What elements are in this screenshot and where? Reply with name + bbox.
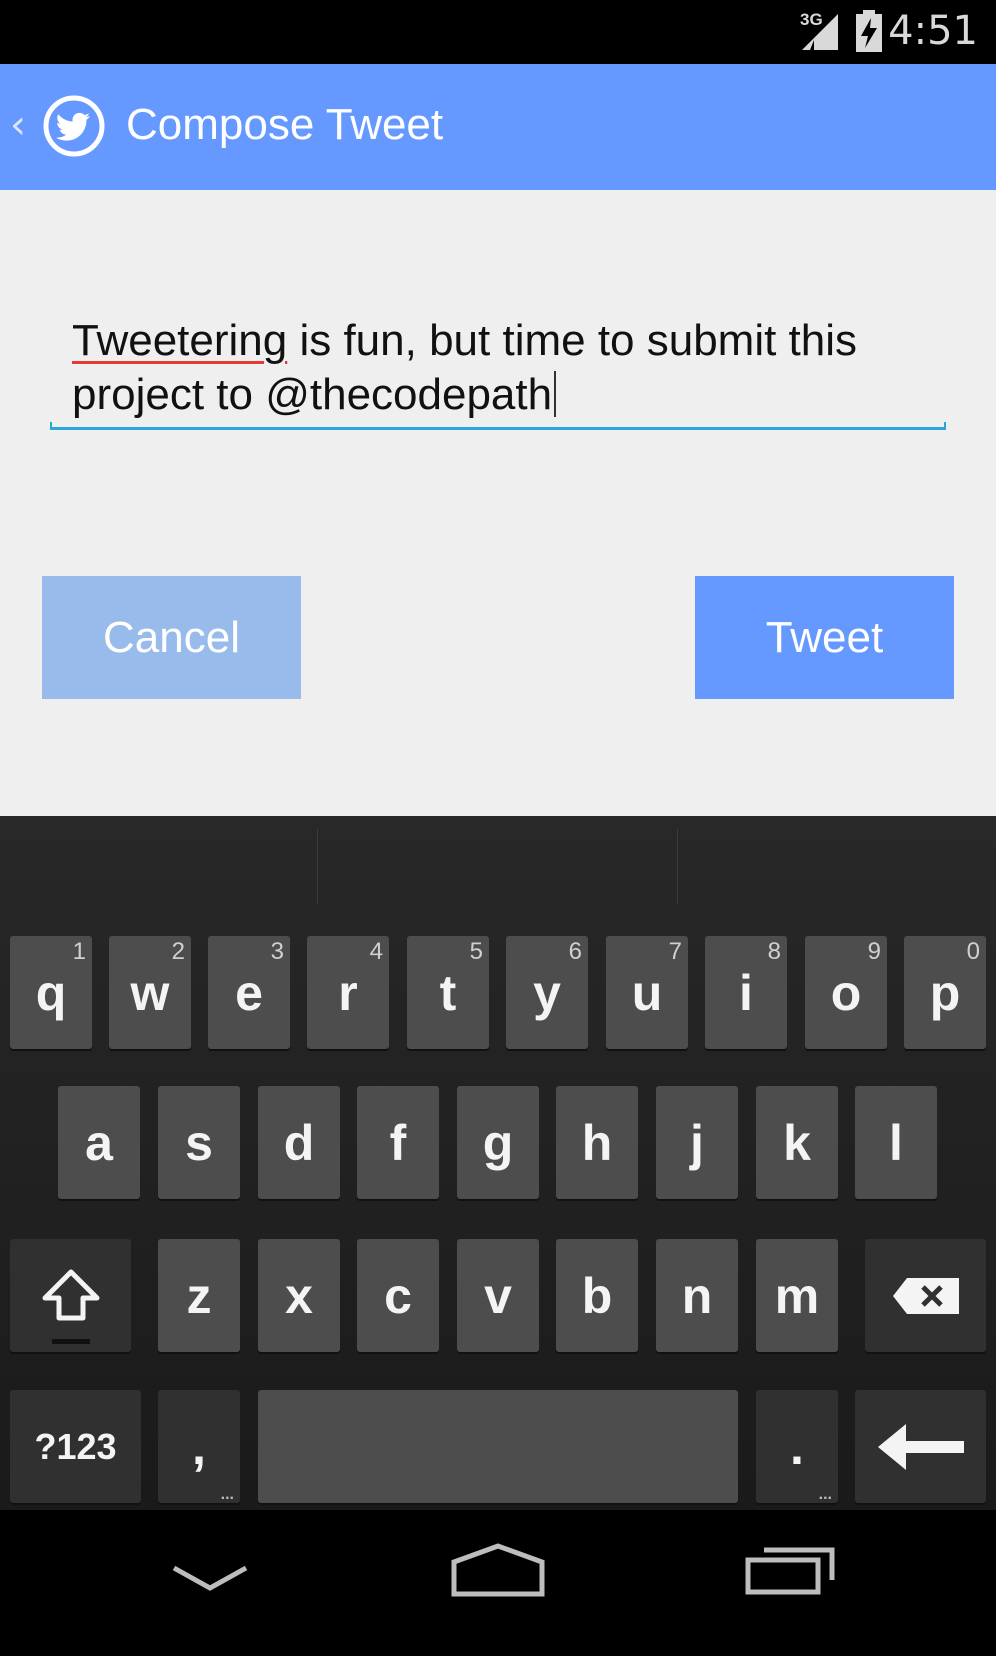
key-j[interactable]: j (656, 1086, 738, 1199)
soft-keyboard: q1 w2 e3 r4 t5 y6 u7 i8 o9 p0 a s d f g … (0, 816, 996, 1510)
signal-icon (802, 14, 838, 50)
status-bar: 3G 4:51 (0, 0, 996, 64)
key-x[interactable]: x (258, 1239, 340, 1352)
screen-title: Compose Tweet (126, 100, 444, 149)
key-b[interactable]: b (556, 1239, 638, 1352)
tweet-button[interactable]: Tweet (695, 576, 954, 699)
key-q[interactable]: q1 (10, 936, 92, 1049)
misspelled-word: Tweetering (72, 316, 288, 365)
text-cursor (554, 371, 557, 417)
key-v[interactable]: v (457, 1239, 539, 1352)
shift-key[interactable] (10, 1239, 131, 1352)
suggestion-divider (677, 828, 678, 904)
shift-arrow-icon (42, 1269, 99, 1320)
twitter-bird-icon[interactable] (42, 94, 106, 158)
input-underline (50, 422, 946, 430)
key-d[interactable]: d (258, 1086, 340, 1199)
key-k[interactable]: k (756, 1086, 838, 1199)
period-key[interactable]: .... (756, 1390, 838, 1503)
key-r[interactable]: r4 (307, 936, 389, 1049)
key-z[interactable]: z (158, 1239, 240, 1352)
space-key[interactable] (258, 1390, 738, 1503)
suggestion-divider (317, 828, 318, 904)
enter-arrow-icon (877, 1423, 964, 1470)
compose-content: Tweetering is fun, but time to submit th… (0, 190, 996, 816)
key-i[interactable]: i8 (705, 936, 787, 1049)
key-m[interactable]: m (756, 1239, 838, 1352)
tweet-input[interactable]: Tweetering is fun, but time to submit th… (72, 314, 952, 422)
suggestion-strip[interactable] (0, 816, 996, 916)
action-bar: ‹ Compose Tweet (0, 64, 996, 190)
key-c[interactable]: c (357, 1239, 439, 1352)
key-s[interactable]: s (158, 1086, 240, 1199)
battery-charging-icon (856, 10, 882, 52)
key-u[interactable]: u7 (606, 936, 688, 1049)
key-o[interactable]: o9 (805, 936, 887, 1049)
chevron-left-icon[interactable]: ‹ (10, 102, 26, 148)
comma-key[interactable]: ,... (158, 1390, 240, 1503)
nav-back-icon[interactable] (170, 1560, 250, 1600)
key-f[interactable]: f (357, 1086, 439, 1199)
nav-recents-icon[interactable] (744, 1544, 838, 1596)
nav-home-icon[interactable] (450, 1542, 546, 1598)
key-e[interactable]: e3 (208, 936, 290, 1049)
key-t[interactable]: t5 (407, 936, 489, 1049)
navigation-bar (0, 1510, 996, 1656)
backspace-key[interactable] (865, 1239, 986, 1352)
key-g[interactable]: g (457, 1086, 539, 1199)
enter-key[interactable] (855, 1390, 986, 1503)
key-p[interactable]: p0 (904, 936, 986, 1049)
status-time: 4:51 (888, 8, 978, 54)
key-a[interactable]: a (58, 1086, 140, 1199)
key-l[interactable]: l (855, 1086, 937, 1199)
key-w[interactable]: w2 (109, 936, 191, 1049)
key-n[interactable]: n (656, 1239, 738, 1352)
key-y[interactable]: y6 (506, 936, 588, 1049)
cancel-button[interactable]: Cancel (42, 576, 301, 699)
symbols-key[interactable]: ?123 (10, 1390, 141, 1503)
backspace-icon (892, 1277, 959, 1314)
key-h[interactable]: h (556, 1086, 638, 1199)
shift-indicator (52, 1339, 90, 1344)
